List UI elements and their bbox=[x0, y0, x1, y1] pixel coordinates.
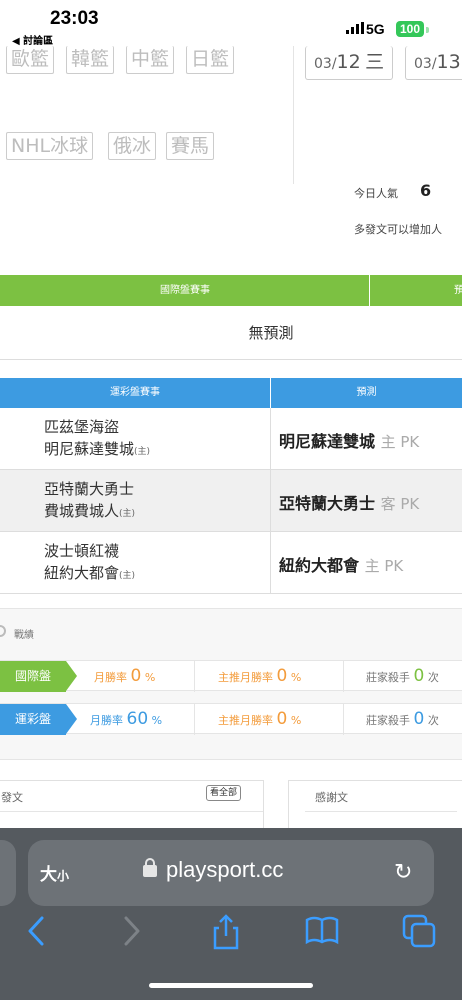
signal-icon bbox=[346, 22, 364, 34]
battery-level: 100 bbox=[396, 21, 425, 37]
lottery-header: 運彩盤賽事 預測 bbox=[0, 378, 462, 408]
matchup: 波士頓紅襪 紐約大都會(主) bbox=[44, 540, 135, 587]
bookmarks-icon[interactable] bbox=[304, 914, 340, 946]
thanks-panel: 感謝文 bbox=[288, 780, 462, 830]
network-type: 5G bbox=[366, 21, 385, 37]
record-label: 國際盤 bbox=[0, 661, 66, 692]
pick-team: 紐約大都會 bbox=[279, 556, 360, 575]
cell-separator bbox=[194, 704, 195, 735]
record-label: 運彩盤 bbox=[0, 704, 66, 735]
bookmaker-killer: 莊家殺手 0 次 bbox=[366, 666, 439, 686]
monthly-winrate: 月勝率 60 % bbox=[90, 709, 163, 729]
record-row-international: 國際盤 月勝率 0 % 主推月勝率 0 % 莊家殺手 0 次 bbox=[0, 660, 462, 692]
league-tag-china-basketball[interactable]: 中籃 bbox=[126, 46, 175, 74]
status-time: 23:03 bbox=[50, 8, 99, 29]
popularity-value: 6 bbox=[420, 181, 432, 200]
thanks-title: 感謝文 bbox=[315, 791, 348, 804]
home-team: 明尼蘇達雙城 bbox=[44, 440, 135, 458]
game-row[interactable]: 匹茲堡海盜 明尼蘇達雙城(主) 明尼蘇達雙城 主 PK bbox=[0, 408, 462, 470]
cell-separator bbox=[343, 661, 344, 692]
away-team: 匹茲堡海盜 bbox=[44, 418, 120, 436]
home-team-line: 紐約大都會(主) bbox=[44, 562, 135, 587]
status-bar: 23:03 ◀ 討論區 5G 100 bbox=[0, 0, 462, 47]
home-team: 紐約大都會 bbox=[44, 564, 120, 582]
monthly-winrate: 月勝率 0 % bbox=[94, 666, 156, 686]
cell-separator bbox=[194, 661, 195, 692]
text-size-button[interactable]: 大小 bbox=[40, 860, 69, 885]
popularity-hint: 多發文可以增加人 bbox=[354, 223, 442, 236]
record-label-arrow bbox=[66, 661, 77, 691]
lock-icon bbox=[143, 858, 157, 877]
date-button-0313[interactable]: 03/13 bbox=[405, 46, 462, 80]
back-icon[interactable] bbox=[24, 914, 48, 948]
home-mark: (主) bbox=[134, 447, 151, 457]
date-month: 03/ bbox=[314, 56, 337, 72]
record-title: 戰績 bbox=[14, 630, 34, 641]
pick-side: 主 PK bbox=[364, 557, 404, 575]
date-day: 13 bbox=[436, 51, 461, 73]
league-tag-euro-basketball[interactable]: 歐籃 bbox=[6, 46, 55, 74]
back-to-app-link[interactable]: ◀ 討論區 bbox=[12, 32, 53, 47]
matchup: 匹茲堡海盜 明尼蘇達雙城(主) bbox=[44, 416, 150, 463]
reload-icon[interactable]: ↻ bbox=[394, 860, 412, 885]
pick-side: 主 PK bbox=[380, 433, 420, 451]
forward-icon[interactable] bbox=[120, 914, 144, 948]
prediction: 紐約大都會 主 PK bbox=[279, 552, 403, 576]
share-icon[interactable] bbox=[212, 914, 240, 950]
game-row[interactable]: 亞特蘭大勇士 費城費城人(主) 亞特蘭大勇士 客 PK bbox=[0, 470, 462, 532]
prediction: 明尼蘇達雙城 主 PK bbox=[279, 428, 419, 452]
lottery-prediction-title: 預測 bbox=[356, 387, 377, 398]
previous-tab[interactable] bbox=[0, 840, 16, 906]
popularity-label: 今日人氣 bbox=[354, 187, 398, 200]
header-separator bbox=[369, 275, 370, 306]
game-row[interactable]: 波士頓紅襪 紐約大都會(主) 紐約大都會 主 PK bbox=[0, 532, 462, 594]
pick-team: 明尼蘇達雙城 bbox=[279, 432, 376, 451]
tabs-icon[interactable] bbox=[402, 914, 438, 948]
home-mark: (主) bbox=[119, 571, 136, 581]
cell-separator bbox=[343, 704, 344, 735]
battery-icon bbox=[426, 27, 429, 33]
divider bbox=[0, 811, 263, 812]
away-team: 波士頓紅襪 bbox=[44, 542, 120, 560]
home-mark: (主) bbox=[119, 509, 136, 519]
international-prediction-title: 預 bbox=[454, 285, 462, 296]
see-all-button[interactable]: 看全部 bbox=[206, 785, 242, 801]
record-row-lottery: 運彩盤 月勝率 60 % 主推月勝率 0 % 莊家殺手 0 次 bbox=[0, 703, 462, 735]
league-tag-japan-basketball[interactable]: 日籃 bbox=[186, 46, 235, 74]
home-team-line: 明尼蘇達雙城(主) bbox=[44, 438, 150, 463]
column-separator bbox=[270, 408, 271, 470]
league-tag-russia-hockey[interactable]: 俄冰 bbox=[108, 132, 157, 160]
home-team: 費城費城人 bbox=[44, 502, 120, 520]
league-tag-nhl[interactable]: NHL冰球 bbox=[6, 132, 94, 160]
league-tag-korea-basketball[interactable]: 韓籃 bbox=[66, 46, 115, 74]
posts-title: 發文 bbox=[1, 791, 23, 804]
lottery-title: 運彩盤賽事 bbox=[110, 387, 160, 398]
date-weekday: 三 bbox=[365, 51, 385, 73]
date-button-0312[interactable]: 03/12 三 bbox=[305, 46, 394, 80]
column-separator bbox=[270, 470, 271, 532]
column-separator bbox=[270, 532, 271, 594]
home-team-line: 費城費城人(主) bbox=[44, 500, 135, 525]
matchup: 亞特蘭大勇士 費城費城人(主) bbox=[44, 478, 135, 525]
no-prediction-text: 無預測 bbox=[0, 306, 462, 360]
url-text[interactable]: playsport.cc bbox=[166, 857, 283, 883]
main-pick-winrate: 主推月勝率 0 % bbox=[218, 666, 302, 686]
record-label-arrow bbox=[66, 704, 77, 734]
home-indicator bbox=[149, 983, 313, 988]
main-pick-winrate: 主推月勝率 0 % bbox=[218, 709, 302, 729]
date-day: 12 bbox=[336, 51, 361, 73]
pick-team: 亞特蘭大勇士 bbox=[279, 494, 376, 513]
league-tag-horse-racing[interactable]: 賽馬 bbox=[166, 132, 215, 160]
divider bbox=[305, 811, 457, 812]
pick-side: 客 PK bbox=[380, 495, 420, 513]
prediction: 亞特蘭大勇士 客 PK bbox=[279, 490, 419, 514]
international-title: 國際盤賽事 bbox=[160, 285, 210, 296]
header-divider bbox=[293, 46, 294, 184]
international-header: 國際盤賽事 預 bbox=[0, 275, 462, 306]
away-team: 亞特蘭大勇士 bbox=[44, 480, 135, 498]
date-month: 03/ bbox=[414, 56, 437, 72]
bookmaker-killer: 莊家殺手 0 次 bbox=[366, 709, 439, 729]
